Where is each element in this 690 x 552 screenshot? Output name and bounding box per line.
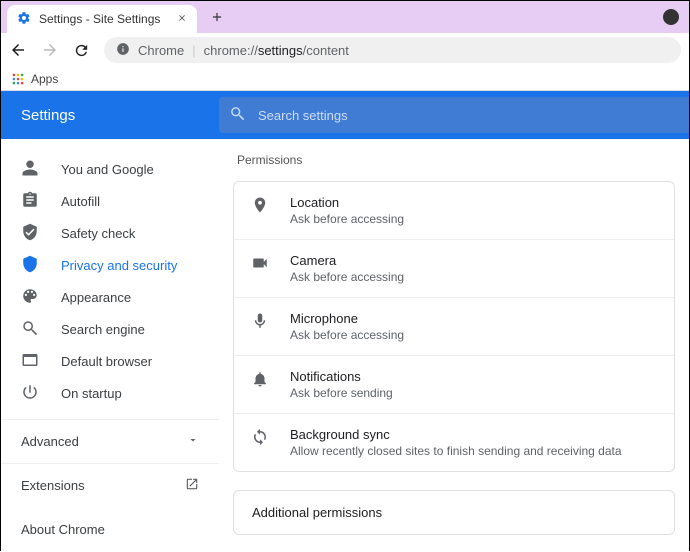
settings-header: Settings Search settings (1, 91, 689, 139)
external-link-icon (185, 477, 199, 494)
permission-title: Location (290, 195, 404, 210)
sidebar-item-privacy-security[interactable]: Privacy and security (1, 249, 219, 281)
extensions-label: Extensions (21, 478, 85, 493)
back-button[interactable] (9, 41, 27, 59)
clipboard-icon (21, 191, 39, 212)
sidebar-advanced[interactable]: Advanced (1, 419, 219, 463)
shield-check-icon (21, 223, 39, 244)
power-icon (21, 383, 39, 404)
chevron-down-icon (187, 434, 199, 449)
url-path: chrome://settings/content (204, 43, 349, 58)
bookmarks-bar: Apps (1, 67, 689, 91)
forward-button[interactable] (41, 41, 59, 59)
url-prefix: Chrome (138, 43, 184, 58)
nav-toolbar: Chrome | chrome://settings/content (1, 33, 689, 67)
new-tab-button[interactable] (205, 5, 229, 29)
permission-camera[interactable]: Camera Ask before accessing (234, 239, 674, 297)
about-label: About Chrome (21, 522, 105, 537)
header-title: Settings (1, 107, 205, 124)
site-info-icon (116, 42, 130, 59)
sidebar-item-on-startup[interactable]: On startup (1, 377, 219, 409)
sync-icon (250, 427, 270, 446)
sidebar-item-safety-check[interactable]: Safety check (1, 217, 219, 249)
sidebar-item-default-browser[interactable]: Default browser (1, 345, 219, 377)
permission-background-sync[interactable]: Background sync Allow recently closed sit… (234, 413, 674, 471)
bell-icon (250, 369, 270, 388)
sidebar-item-label: Search engine (61, 322, 145, 337)
permission-subtitle: Ask before accessing (290, 212, 404, 226)
search-icon (229, 105, 246, 125)
sidebar-item-label: Safety check (61, 226, 135, 241)
additional-permissions[interactable]: Additional permissions (233, 490, 675, 535)
browser-tab[interactable]: Settings - Site Settings (7, 5, 197, 33)
sidebar-about[interactable]: About Chrome (1, 507, 219, 551)
search-icon (21, 319, 39, 340)
microphone-icon (250, 311, 270, 330)
tab-title: Settings - Site Settings (39, 12, 160, 26)
main-panel: Permissions Location Ask before accessing… (219, 139, 689, 552)
content-area: You and Google Autofill Safety check Pri… (1, 139, 689, 552)
advanced-label: Advanced (21, 434, 79, 449)
search-placeholder: Search settings (258, 108, 348, 123)
palette-icon (21, 287, 39, 308)
search-wrap: Search settings (205, 97, 689, 133)
permission-microphone[interactable]: Microphone Ask before accessing (234, 297, 674, 355)
permission-title: Notifications (290, 369, 393, 384)
profile-button[interactable] (663, 9, 679, 25)
address-bar[interactable]: Chrome | chrome://settings/content (104, 37, 681, 63)
sidebar-item-autofill[interactable]: Autofill (1, 185, 219, 217)
person-icon (21, 159, 39, 180)
sidebar-item-label: You and Google (61, 162, 154, 177)
close-icon[interactable] (177, 12, 187, 26)
sidebar-item-label: Default browser (61, 354, 152, 369)
sidebar-item-label: Appearance (61, 290, 131, 305)
sidebar-item-you-and-google[interactable]: You and Google (1, 153, 219, 185)
apps-label[interactable]: Apps (31, 72, 58, 86)
apps-icon[interactable] (11, 72, 25, 86)
sidebar-item-label: On startup (61, 386, 122, 401)
sidebar: You and Google Autofill Safety check Pri… (1, 139, 219, 552)
permission-subtitle: Allow recently closed sites to finish se… (290, 444, 622, 458)
search-settings-input[interactable]: Search settings (219, 97, 689, 133)
permission-title: Microphone (290, 311, 404, 326)
permissions-card: Location Ask before accessing Camera Ask b… (233, 181, 675, 472)
additional-permissions-label: Additional permissions (252, 505, 382, 520)
permission-notifications[interactable]: Notifications Ask before sending (234, 355, 674, 413)
sidebar-item-label: Autofill (61, 194, 100, 209)
reload-button[interactable] (73, 42, 90, 59)
sidebar-item-appearance[interactable]: Appearance (1, 281, 219, 313)
browser-icon (21, 351, 39, 372)
sidebar-item-search-engine[interactable]: Search engine (1, 313, 219, 345)
permission-title: Background sync (290, 427, 622, 442)
permission-subtitle: Ask before accessing (290, 328, 404, 342)
permission-subtitle: Ask before accessing (290, 270, 404, 284)
tab-strip: Settings - Site Settings (1, 1, 689, 33)
location-icon (250, 195, 270, 214)
permission-title: Camera (290, 253, 404, 268)
sidebar-extensions[interactable]: Extensions (1, 463, 219, 507)
permissions-section-label: Permissions (233, 139, 675, 181)
url-separator: | (192, 43, 195, 58)
permission-subtitle: Ask before sending (290, 386, 393, 400)
sidebar-item-label: Privacy and security (61, 258, 177, 273)
permission-location[interactable]: Location Ask before accessing (234, 182, 674, 239)
shield-icon (21, 255, 39, 276)
gear-icon (17, 11, 31, 28)
camera-icon (250, 253, 270, 272)
